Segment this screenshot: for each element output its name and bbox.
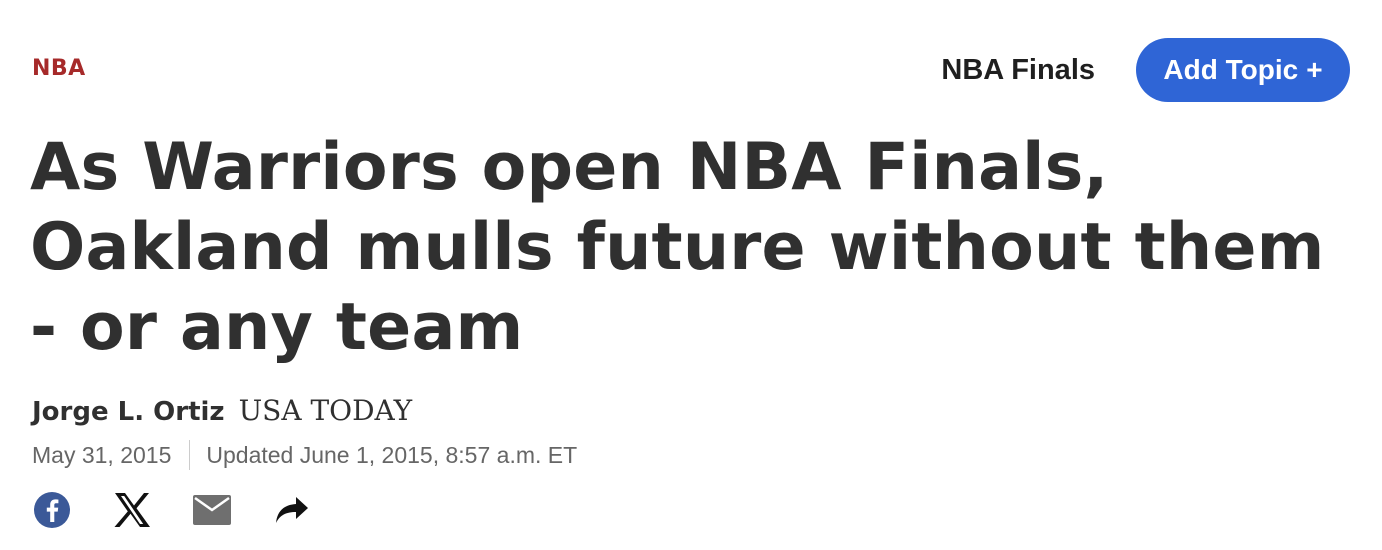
published-date: May 31, 2015 bbox=[32, 441, 172, 468]
updated-date: Updated June 1, 2015, 8:57 a.m. ET bbox=[206, 441, 578, 468]
share-email-button[interactable] bbox=[192, 490, 232, 530]
date-divider bbox=[189, 440, 191, 470]
email-icon bbox=[193, 495, 231, 525]
plus-icon: + bbox=[1306, 54, 1323, 85]
add-topic-label: Add Topic bbox=[1163, 54, 1299, 85]
share-bar bbox=[32, 490, 352, 530]
add-topic-button[interactable]: Add Topic + bbox=[1136, 38, 1350, 102]
section-link-nba[interactable]: NBA bbox=[32, 56, 86, 81]
article-topbar: NBA NBA Finals Add Topic + bbox=[0, 0, 1382, 130]
share-forward-icon bbox=[276, 497, 308, 523]
facebook-icon bbox=[34, 492, 70, 528]
x-icon bbox=[114, 493, 150, 527]
author-name[interactable]: Jorge L. Ortiz bbox=[32, 397, 225, 427]
byline: Jorge L. Ortiz USA TODAY bbox=[32, 394, 412, 427]
share-x-button[interactable] bbox=[112, 490, 152, 530]
article-headline: As Warriors open NBA Finals, Oakland mul… bbox=[30, 130, 1325, 365]
share-facebook-button[interactable] bbox=[32, 490, 72, 530]
article-dates: May 31, 2015 Updated June 1, 2015, 8:57 … bbox=[32, 440, 577, 470]
share-forward-button[interactable] bbox=[272, 490, 312, 530]
topic-name[interactable]: NBA Finals bbox=[941, 54, 1095, 87]
publication-name: USA TODAY bbox=[238, 394, 413, 427]
